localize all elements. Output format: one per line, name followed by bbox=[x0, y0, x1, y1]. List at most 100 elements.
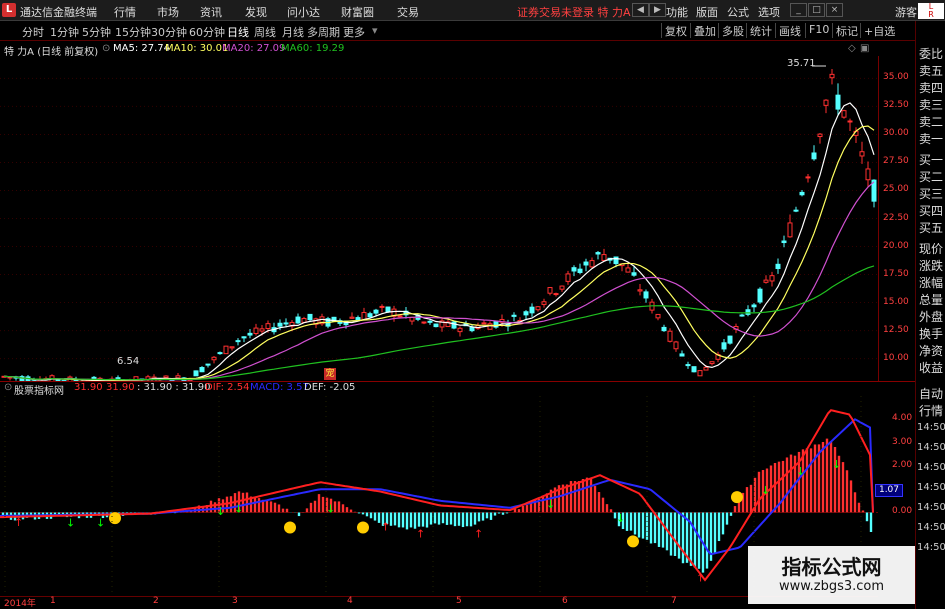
menu-news[interactable]: 资讯 bbox=[200, 4, 222, 20]
candle-body bbox=[541, 301, 547, 305]
macd-tick-1: 3.00 bbox=[892, 436, 913, 447]
price-tick-10: 10.00 bbox=[883, 352, 909, 363]
panel-item-bid2[interactable]: 买二 bbox=[919, 168, 943, 185]
overlay-button[interactable]: 叠加 bbox=[690, 23, 716, 38]
panel-item-weibi[interactable]: 委比 bbox=[919, 45, 943, 62]
candle-body bbox=[565, 273, 571, 282]
candle-body bbox=[841, 110, 847, 118]
level-badge-icon[interactable]: LR bbox=[918, 3, 944, 19]
panel-item-turnover[interactable]: 换手 bbox=[919, 325, 943, 342]
panel-close-icon[interactable]: ▣ bbox=[860, 43, 869, 54]
candle-body bbox=[397, 315, 403, 318]
period-30min[interactable]: 30分钟 bbox=[151, 24, 187, 40]
candle-body bbox=[643, 291, 649, 299]
fq-button[interactable]: 复权 bbox=[661, 23, 687, 38]
menu-options[interactable]: 选项 bbox=[758, 4, 780, 20]
panel-item-change-pct[interactable]: 涨幅 bbox=[919, 274, 943, 291]
macd-tick-0: 4.00 bbox=[892, 413, 913, 424]
indicator-value-1: 31.90 bbox=[74, 382, 103, 393]
date-label-1: 1 bbox=[50, 596, 56, 606]
menu-wealth[interactable]: 财富圈 bbox=[341, 4, 374, 20]
event-marker-icon[interactable]: 宠 bbox=[324, 368, 336, 380]
period-multi[interactable]: 多周期 bbox=[307, 24, 340, 40]
watermark-title: 指标公式网 bbox=[781, 555, 882, 579]
period-monthly[interactable]: 月线 bbox=[282, 24, 304, 40]
smiley-face bbox=[627, 535, 639, 548]
guest-label[interactable]: 游客 bbox=[895, 4, 917, 20]
minimize-icon[interactable]: _ bbox=[790, 3, 807, 17]
indicator-name[interactable]: 股票指标网 bbox=[14, 382, 64, 397]
candlestick-chart[interactable] bbox=[0, 56, 878, 381]
draw-button[interactable]: 画线 bbox=[775, 23, 801, 38]
add-favorite-button[interactable]: +自选 bbox=[860, 23, 895, 38]
panel-item-net-assets[interactable]: 净资 bbox=[919, 342, 943, 359]
multi-stock-button[interactable]: 多股 bbox=[718, 23, 744, 38]
candle-body bbox=[655, 313, 661, 319]
indicator-settings-icon[interactable]: ⊙ bbox=[4, 382, 12, 393]
candle-body bbox=[379, 305, 385, 308]
panel-item-bid1[interactable]: 买一 bbox=[919, 151, 943, 168]
close-icon[interactable]: × bbox=[826, 3, 843, 17]
panel-item-outer[interactable]: 外盘 bbox=[919, 308, 943, 325]
candle-body bbox=[847, 120, 853, 123]
panel-item-ask2[interactable]: 卖二 bbox=[919, 113, 943, 130]
candle-body bbox=[223, 345, 229, 355]
diamond-icon[interactable]: ◇ bbox=[848, 43, 856, 54]
panel-item-bid5[interactable]: 买五 bbox=[919, 219, 943, 236]
mark-button[interactable]: 标记 bbox=[832, 23, 858, 38]
menu-function[interactable]: 功能 bbox=[666, 4, 688, 20]
panel-item-auto[interactable]: 自动 bbox=[919, 385, 943, 402]
menu-ask[interactable]: 问小达 bbox=[287, 4, 320, 20]
macd-chart[interactable]: ↓ ↓ ↓ ↓ ↓ ↓ ↓ ↓ ↓ ↓ ↑ ↑ ↑ ↑ ↑ bbox=[0, 396, 878, 594]
candle-body bbox=[205, 363, 211, 366]
chevron-down-icon[interactable]: ▾ bbox=[372, 24, 378, 37]
panel-item-earnings[interactable]: 收益 bbox=[919, 359, 943, 376]
date-label-3: 3 bbox=[232, 596, 238, 606]
period-60min[interactable]: 60分钟 bbox=[189, 24, 225, 40]
menu-market[interactable]: 市场 bbox=[157, 4, 179, 20]
panel-item-bid3[interactable]: 买三 bbox=[919, 185, 943, 202]
candle-body bbox=[673, 341, 679, 350]
panel-item-price[interactable]: 现价 bbox=[919, 240, 943, 257]
period-intraday[interactable]: 分时 bbox=[22, 24, 44, 40]
period-5min[interactable]: 5分钟 bbox=[82, 24, 111, 40]
period-15min[interactable]: 15分钟 bbox=[115, 24, 151, 40]
panel-item-ask4[interactable]: 卖四 bbox=[919, 79, 943, 96]
smiley-face bbox=[284, 521, 296, 534]
watermark-url: www.zbgs3.com bbox=[778, 579, 885, 594]
period-daily[interactable]: 日线 bbox=[227, 24, 249, 40]
candle-body bbox=[823, 99, 829, 106]
panel-item-volume[interactable]: 总量 bbox=[919, 291, 943, 308]
login-notice[interactable]: 证券交易未登录 特 力A bbox=[517, 4, 631, 20]
settings-small-icon[interactable]: ⊙ bbox=[102, 43, 110, 54]
panel-item-quotes[interactable]: 行情 bbox=[919, 402, 943, 419]
menu-discover[interactable]: 发现 bbox=[245, 4, 267, 20]
candle-body bbox=[697, 370, 703, 377]
period-more[interactable]: 更多 bbox=[343, 24, 365, 40]
menu-trade[interactable]: 交易 bbox=[397, 4, 419, 20]
menu-layout[interactable]: 版面 bbox=[696, 4, 718, 20]
candle-body bbox=[193, 370, 199, 377]
menu-formula[interactable]: 公式 bbox=[727, 4, 749, 20]
candle-body bbox=[721, 342, 727, 350]
panel-item-ask3[interactable]: 卖三 bbox=[919, 96, 943, 113]
candle-body bbox=[667, 330, 673, 342]
low-price-label: 6.54 bbox=[117, 356, 140, 367]
maximize-icon[interactable]: □ bbox=[808, 3, 825, 17]
down-arrow-icon: ↓ bbox=[616, 512, 625, 525]
period-1min[interactable]: 1分钟 bbox=[50, 24, 79, 40]
menu-market-quotes[interactable]: 行情 bbox=[114, 4, 136, 20]
period-weekly[interactable]: 周线 bbox=[254, 24, 276, 40]
panel-item-ask1[interactable]: 卖一 bbox=[919, 130, 943, 147]
down-arrow-icon: ↓ bbox=[832, 458, 841, 471]
stats-button[interactable]: 统计 bbox=[746, 23, 772, 38]
up-arrow-icon: ↑ bbox=[474, 527, 483, 540]
f10-button[interactable]: F10 bbox=[805, 23, 829, 38]
candle-body bbox=[481, 322, 487, 325]
panel-item-ask5[interactable]: 卖五 bbox=[919, 62, 943, 79]
back-icon[interactable]: ◀ bbox=[632, 3, 649, 17]
panel-item-change[interactable]: 涨跌 bbox=[919, 257, 943, 274]
forward-icon[interactable]: ▶ bbox=[649, 3, 666, 17]
candle-body bbox=[547, 287, 553, 294]
panel-item-bid4[interactable]: 买四 bbox=[919, 202, 943, 219]
